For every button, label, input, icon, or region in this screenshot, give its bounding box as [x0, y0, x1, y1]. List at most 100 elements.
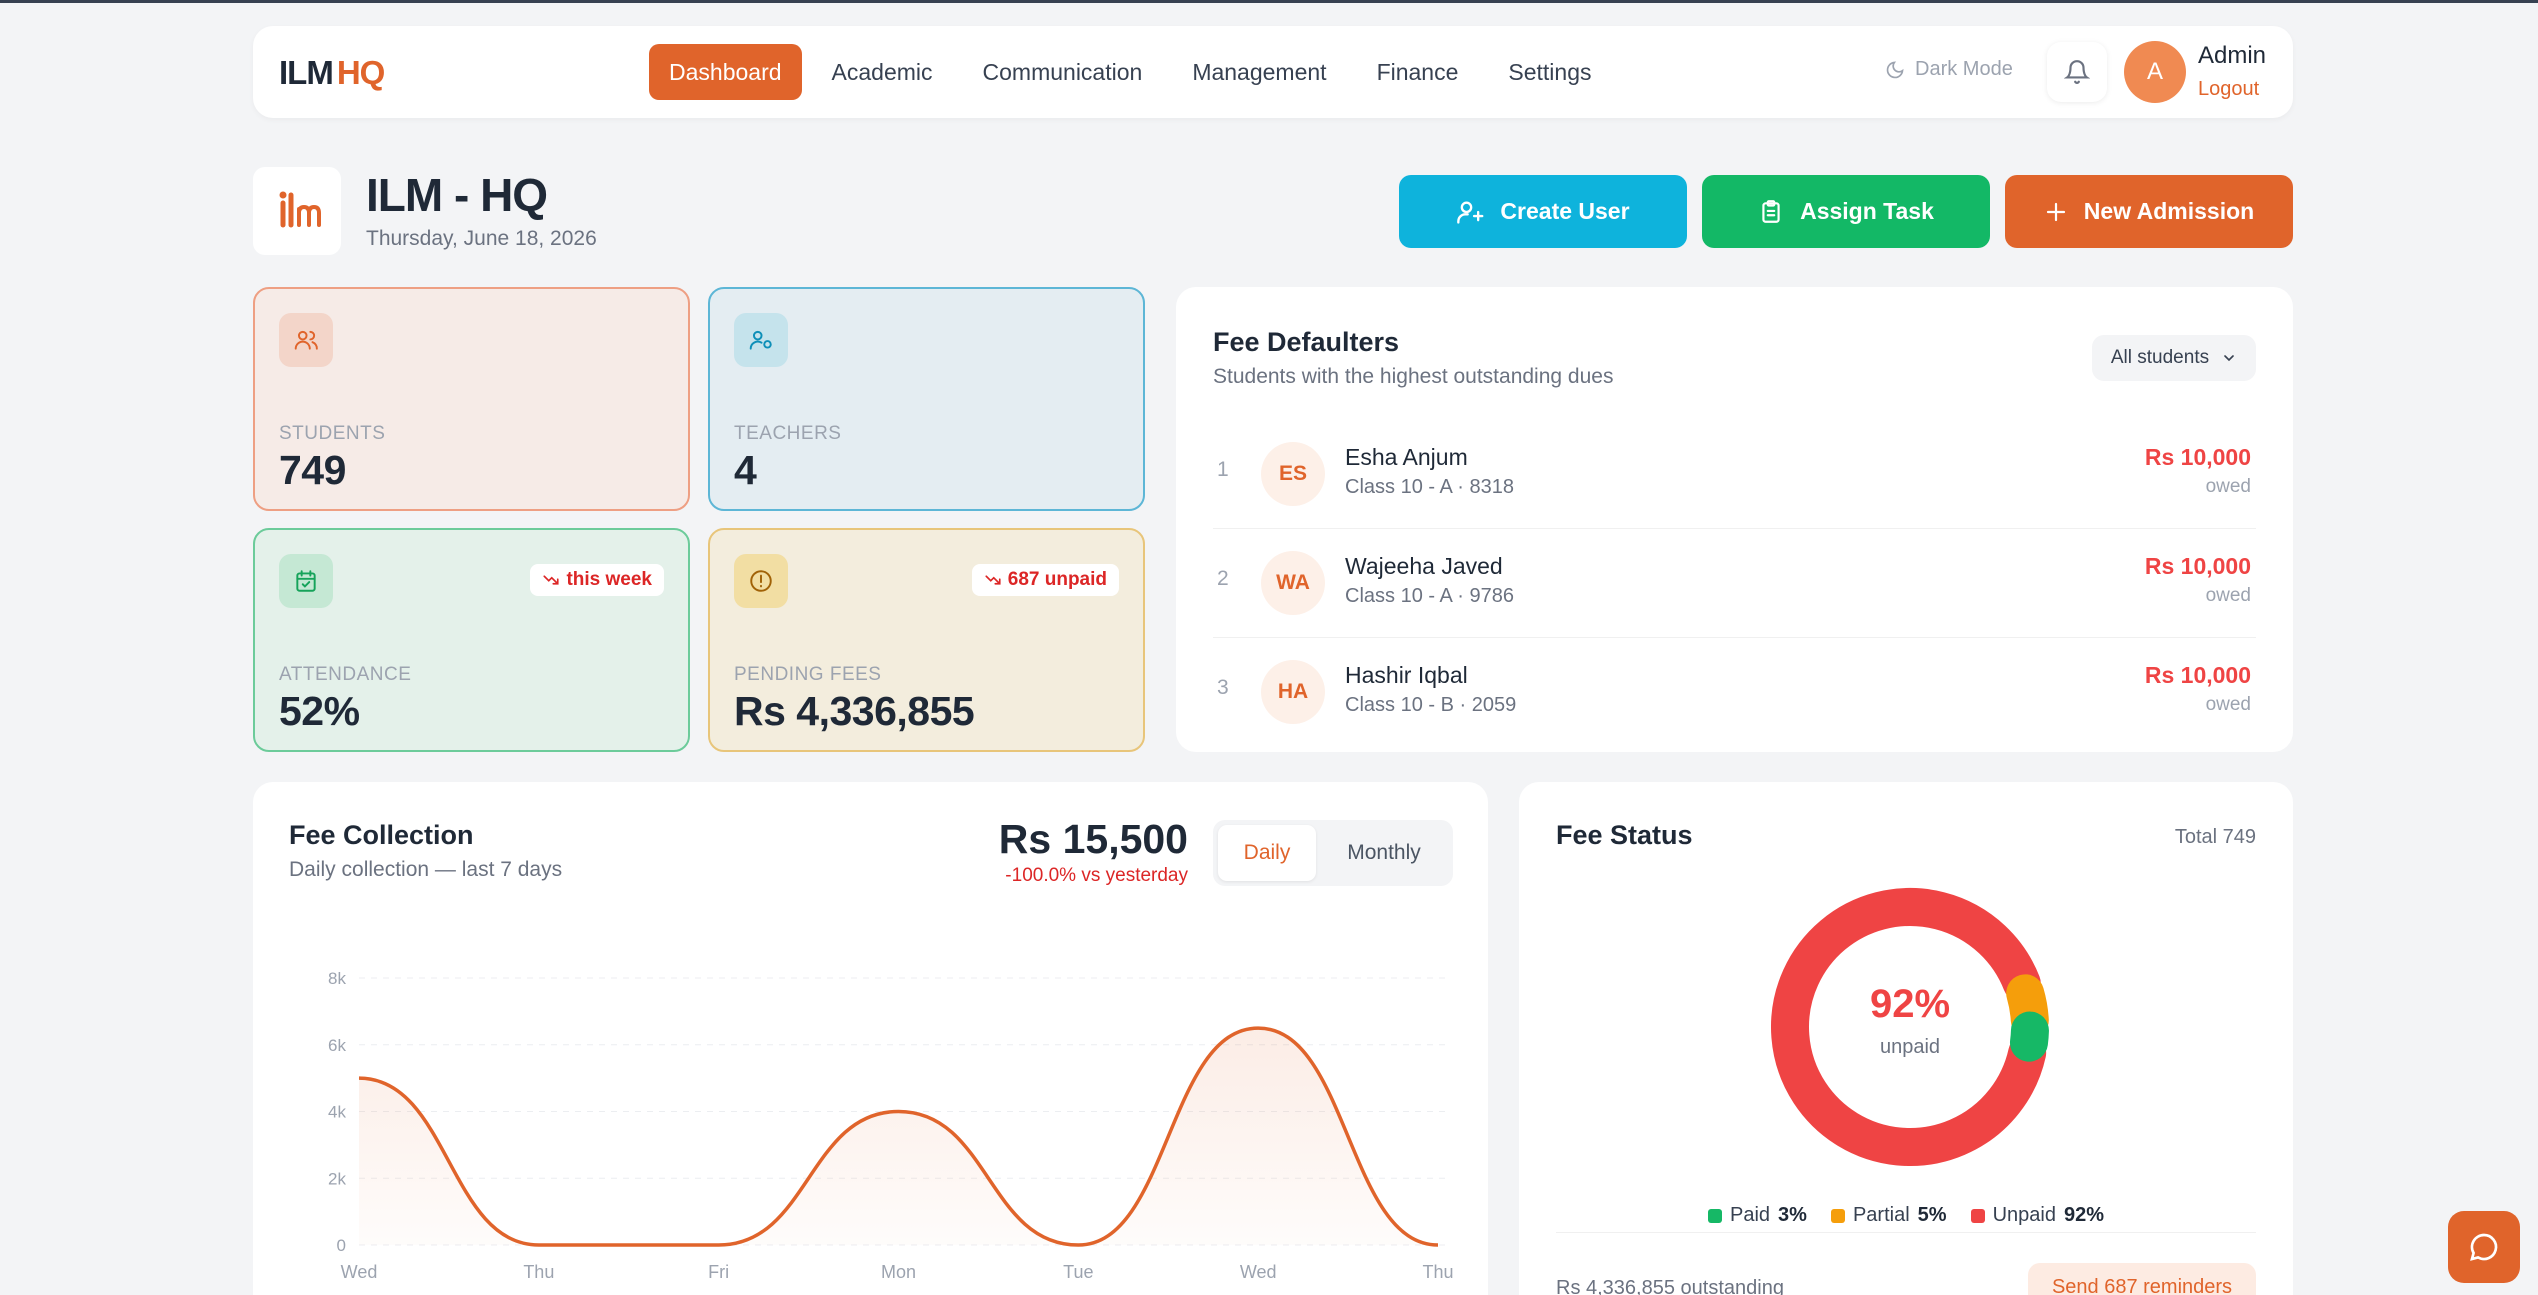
- trend-down-icon: [543, 575, 560, 585]
- student-name: Esha Anjum: [1345, 444, 1468, 470]
- user-plus-icon: [1457, 201, 1484, 224]
- page-title: ILM - HQ: [366, 169, 548, 221]
- chat-button[interactable]: [2448, 1211, 2520, 1283]
- row-number: 3: [1217, 676, 1229, 699]
- nav-item-management[interactable]: Management: [1172, 44, 1346, 100]
- legend-item-paid: Paid 3%: [1708, 1204, 1807, 1227]
- owed-amount: Rs 10,000: [2144, 662, 2251, 688]
- collection-change: -100.0% vs yesterday: [1005, 865, 1188, 886]
- user-avatar[interactable]: A: [2124, 41, 2186, 103]
- app-logo[interactable]: ILM HQ: [279, 54, 385, 92]
- fee-defaulters-card: Fee Defaulters Students with the highest…: [1176, 287, 2293, 752]
- nav-item-academic[interactable]: Academic: [812, 44, 953, 100]
- pending-badge: 687 unpaid: [971, 564, 1119, 596]
- create-user-button[interactable]: Create User: [1399, 175, 1687, 248]
- x-tick-label: Fri: [708, 1262, 729, 1282]
- row-number: 1: [1217, 458, 1229, 481]
- user-name: Admin: [2198, 42, 2267, 69]
- student-initials-avatar: ES: [1261, 442, 1325, 506]
- student-initials-avatar: HA: [1261, 660, 1325, 724]
- legend-swatch: [1970, 1208, 1985, 1223]
- nav-item-finance[interactable]: Finance: [1357, 44, 1479, 100]
- daily-tab[interactable]: Daily: [1218, 825, 1316, 881]
- status-title: Fee Status: [1556, 820, 1693, 850]
- teachers-stat-card[interactable]: TEACHERS 4: [708, 287, 1145, 511]
- alert-circle-icon: [734, 554, 788, 608]
- top-navbar: ILM HQ Dashboard Academic Communication M…: [253, 26, 2293, 118]
- divider: [1556, 1232, 2256, 1233]
- student-initials-avatar: WA: [1261, 551, 1325, 615]
- owed-amount: Rs 10,000: [2144, 444, 2251, 470]
- create-user-label: Create User: [1500, 198, 1630, 224]
- defaulter-row[interactable]: 1 ES Esha Anjum Class 10 - A · 8318 Rs 1…: [1213, 420, 2256, 529]
- teachers-value: 4: [734, 447, 757, 493]
- legend-value: 3%: [1778, 1204, 1807, 1226]
- legend-value: 92%: [2063, 1204, 2104, 1226]
- defaulter-row[interactable]: 3 HA Hashir Iqbal Class 10 - B · 2059 Rs…: [1213, 638, 2256, 747]
- new-admission-label: New Admission: [2083, 198, 2255, 224]
- status-total: Total 749: [2174, 826, 2256, 848]
- legend-value: 5%: [1917, 1204, 1947, 1226]
- legend-label: Paid: [1730, 1204, 1771, 1226]
- attendance-stat-card[interactable]: this week ATTENDANCE 52%: [253, 528, 690, 752]
- y-tick-label: 6k: [328, 1036, 346, 1055]
- students-stat-card[interactable]: STUDENTS 749: [253, 287, 690, 511]
- collection-subtitle: Daily collection — last 7 days: [289, 858, 563, 881]
- chat-bubble-icon: [2470, 1233, 2498, 1261]
- users-icon: [279, 313, 333, 367]
- nav-item-settings[interactable]: Settings: [1488, 44, 1611, 100]
- donut-center-percent: 92%: [1869, 982, 1951, 1026]
- defaulters-title: Fee Defaulters: [1213, 327, 1400, 357]
- row-number: 2: [1217, 567, 1229, 590]
- students-value: 749: [279, 447, 346, 493]
- new-admission-button[interactable]: New Admission: [2005, 175, 2293, 248]
- top-border: [0, 0, 2538, 3]
- x-tick-label: Thu: [1422, 1262, 1453, 1282]
- collection-title: Fee Collection: [289, 820, 474, 850]
- student-name: Hashir Iqbal: [1345, 662, 1468, 688]
- ilm-logo-icon: [279, 191, 321, 228]
- school-logo: [253, 167, 341, 255]
- legend-label: Partial: [1852, 1204, 1910, 1226]
- defaulter-row[interactable]: 2 WA Wajeeha Javed Class 10 - A · 9786 R…: [1213, 529, 2256, 638]
- defaulters-subtitle: Students with the highest outstanding du…: [1213, 365, 1614, 388]
- owed-amount: Rs 10,000: [2144, 553, 2251, 579]
- student-class: Class 10 - A · 8318: [1345, 476, 1514, 498]
- logo-text-hq: HQ: [336, 54, 385, 91]
- monthly-tab[interactable]: Monthly: [1322, 825, 1446, 881]
- x-tick-label: Mon: [881, 1262, 916, 1282]
- notifications-button[interactable]: [2047, 42, 2107, 102]
- y-tick-label: 8k: [328, 969, 346, 988]
- chart-area-fill: [359, 1028, 1438, 1245]
- legend-swatch: [1830, 1208, 1845, 1223]
- legend-swatch: [1708, 1208, 1723, 1223]
- pending-fees-stat-card[interactable]: 687 unpaid PENDING FEES Rs 4,336,855: [708, 528, 1145, 752]
- legend-item-partial: Partial 5%: [1830, 1204, 1947, 1227]
- x-tick-label: Tue: [1063, 1262, 1093, 1282]
- send-reminders-button[interactable]: Send 687 reminders: [2028, 1263, 2256, 1295]
- dark-mode-label: Dark Mode: [1915, 58, 2013, 80]
- x-tick-label: Wed: [341, 1262, 378, 1282]
- collection-amount: Rs 15,500: [998, 816, 1188, 862]
- moon-icon: [1886, 60, 1904, 78]
- teachers-label: TEACHERS: [734, 423, 842, 444]
- attendance-value: 52%: [279, 688, 360, 734]
- assign-task-button[interactable]: Assign Task: [1702, 175, 1990, 248]
- students-filter-select[interactable]: All students: [2092, 335, 2256, 381]
- nav-item-dashboard[interactable]: Dashboard: [649, 44, 802, 100]
- logout-link[interactable]: Logout: [2198, 78, 2259, 101]
- outstanding-amount: Rs 4,336,855 outstanding: [1556, 1277, 1784, 1295]
- filter-value: All students: [2110, 347, 2210, 368]
- attendance-badge-text: this week: [566, 569, 652, 590]
- clipboard-icon: [1762, 199, 1780, 223]
- nav-item-communication[interactable]: Communication: [963, 44, 1163, 100]
- dark-mode-toggle[interactable]: Dark Mode: [1885, 58, 2013, 81]
- attendance-badge: this week: [530, 564, 664, 596]
- student-name: Wajeeha Javed: [1345, 553, 1503, 579]
- teacher-icon: [734, 313, 788, 367]
- donut-center-label: unpaid: [1879, 1036, 1941, 1058]
- donut-slice-unpaid: [1771, 888, 2047, 1166]
- student-class: Class 10 - A · 9786: [1345, 585, 1514, 607]
- period-toggle: Daily Monthly: [1213, 820, 1453, 886]
- status-legend: Paid 3% Partial 5% Unpaid 92%: [1519, 1204, 2293, 1227]
